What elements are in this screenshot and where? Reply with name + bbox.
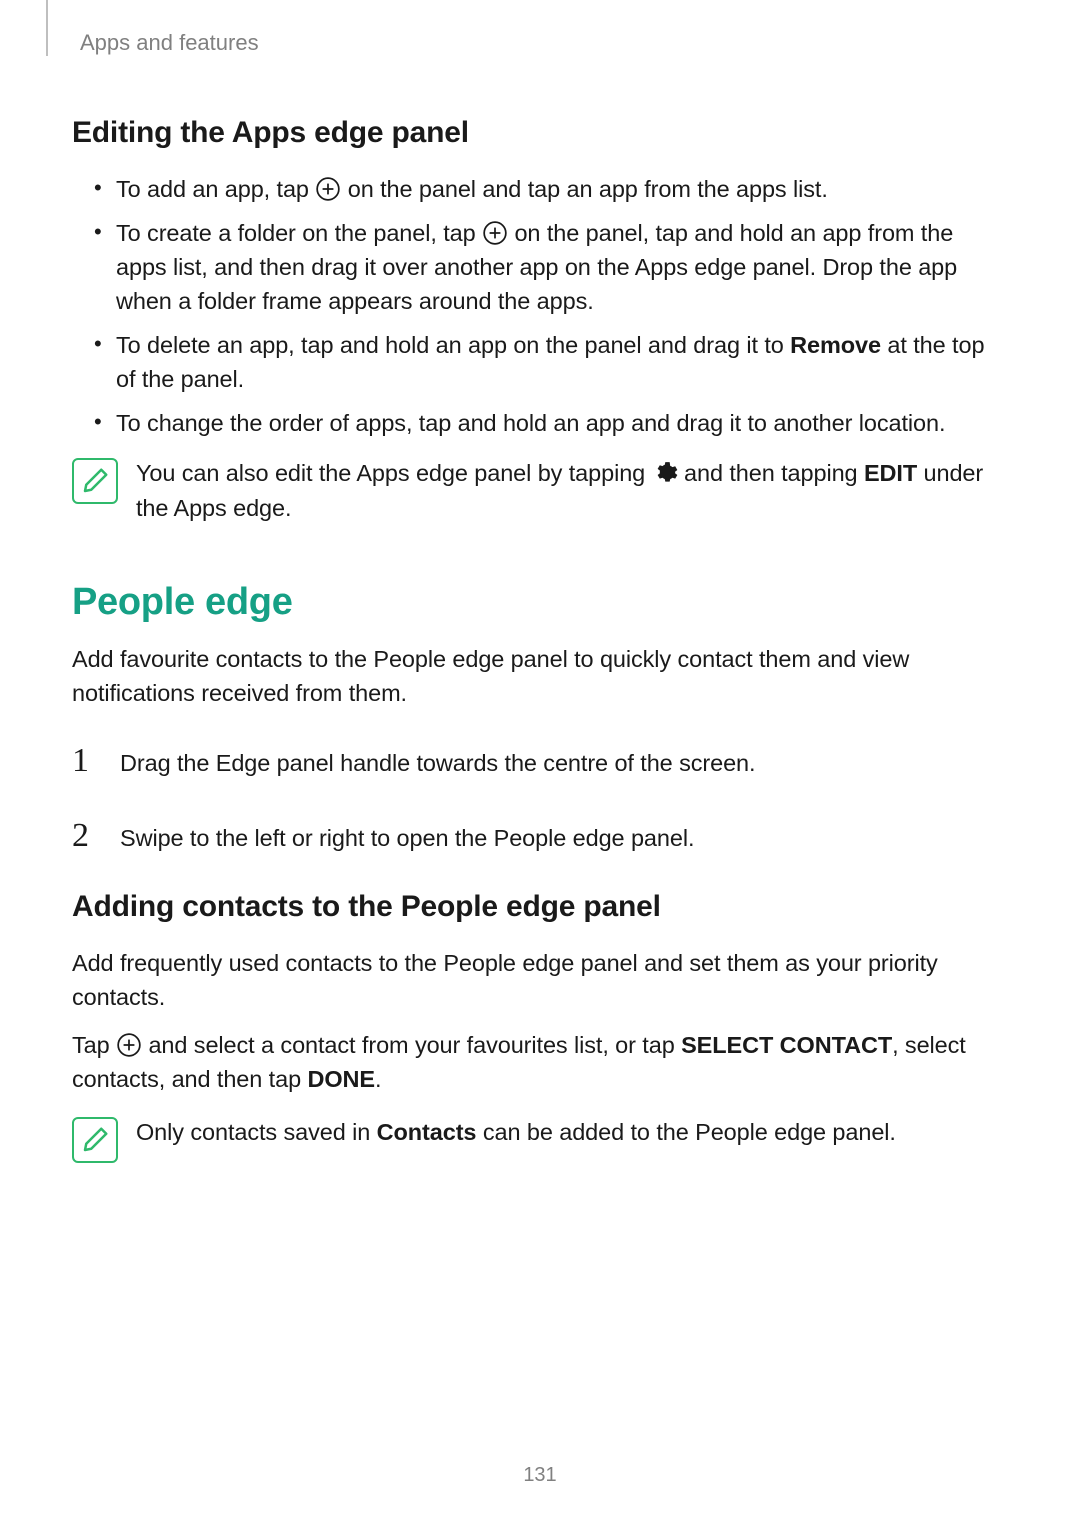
- text: Only contacts saved in: [136, 1119, 377, 1145]
- heading-adding-contacts: Adding contacts to the People edge panel: [72, 890, 1008, 924]
- text: on the panel and tap an app from the app…: [341, 176, 827, 202]
- plus-circle-icon: [482, 220, 508, 246]
- text-bold-done: DONE: [307, 1066, 375, 1092]
- gear-icon: [652, 460, 678, 486]
- page-number: 131: [0, 1464, 1080, 1487]
- breadcrumb: Apps and features: [80, 30, 1008, 56]
- plus-circle-icon: [315, 176, 341, 202]
- step-2: 2 Swipe to the left or right to open the…: [72, 811, 1008, 860]
- text: To create a folder on the panel, tap: [116, 220, 482, 246]
- note-icon: [72, 458, 118, 504]
- text: To add an app, tap: [116, 176, 315, 202]
- text-bold-select-contact: SELECT CONTACT: [681, 1032, 892, 1058]
- text: .: [375, 1066, 381, 1092]
- bullet-create-folder: To create a folder on the panel, tap on …: [116, 216, 1008, 318]
- header-vertical-rule: [46, 0, 48, 56]
- text: can be added to the People edge panel.: [476, 1119, 895, 1145]
- step-text: Swipe to the left or right to open the P…: [120, 821, 694, 855]
- text-bold-edit: EDIT: [864, 460, 917, 486]
- adding-contacts-intro: Add frequently used contacts to the Peop…: [72, 946, 1008, 1014]
- heading-editing-apps-edge: Editing the Apps edge panel: [72, 116, 1008, 150]
- bullet-reorder-apps: To change the order of apps, tap and hol…: [116, 406, 1008, 440]
- adding-contacts-instruction: Tap and select a contact from your favou…: [72, 1028, 1008, 1096]
- bullet-delete-app: To delete an app, tap and hold an app on…: [116, 328, 1008, 396]
- text: and select a contact from your favourite…: [142, 1032, 681, 1058]
- step-1: 1 Drag the Edge panel handle towards the…: [72, 736, 1008, 785]
- note-edit-via-settings: You can also edit the Apps edge panel by…: [72, 456, 1008, 524]
- people-edge-intro: Add favourite contacts to the People edg…: [72, 642, 1008, 710]
- bullet-add-app: To add an app, tap on the panel and tap …: [116, 172, 1008, 206]
- step-text: Drag the Edge panel handle towards the c…: [120, 746, 755, 780]
- note-text: You can also edit the Apps edge panel by…: [136, 456, 1008, 524]
- text: To delete an app, tap and hold an app on…: [116, 332, 790, 358]
- note-text: Only contacts saved in Contacts can be a…: [136, 1115, 1008, 1149]
- note-icon: [72, 1117, 118, 1163]
- text: To change the order of apps, tap and hol…: [116, 410, 945, 436]
- heading-people-edge: People edge: [72, 581, 1008, 624]
- plus-circle-icon: [116, 1032, 142, 1058]
- note-contacts-only: Only contacts saved in Contacts can be a…: [72, 1115, 1008, 1163]
- bullet-list-editing: To add an app, tap on the panel and tap …: [72, 172, 1008, 440]
- text-bold-contacts: Contacts: [377, 1119, 477, 1145]
- step-number: 2: [72, 811, 100, 860]
- text: Tap: [72, 1032, 116, 1058]
- text: and then tapping: [678, 460, 864, 486]
- step-number: 1: [72, 736, 100, 785]
- text: You can also edit the Apps edge panel by…: [136, 460, 652, 486]
- steps-list: 1 Drag the Edge panel handle towards the…: [72, 736, 1008, 861]
- text-bold-remove: Remove: [790, 332, 881, 358]
